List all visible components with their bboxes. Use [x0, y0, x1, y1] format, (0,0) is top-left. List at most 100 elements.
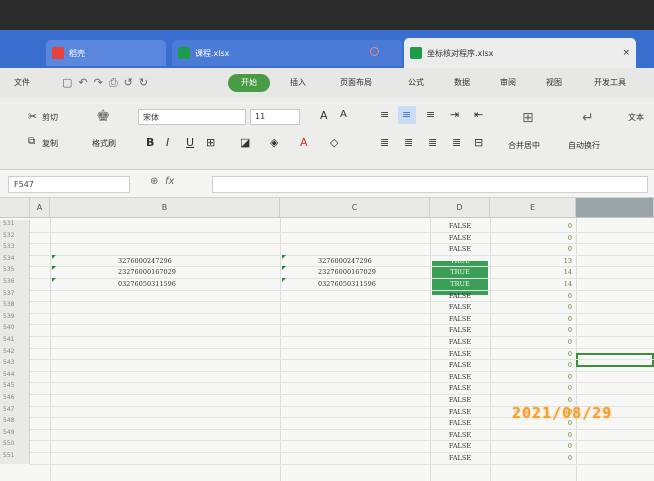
- justify-icon[interactable]: ≣: [452, 136, 461, 149]
- cell-d[interactable]: TRUE: [431, 280, 489, 288]
- indent-icon[interactable]: ⇥: [450, 108, 459, 121]
- italic-icon[interactable]: I: [166, 136, 169, 149]
- menu-review[interactable]: 审阅: [500, 77, 516, 88]
- bold-icon[interactable]: B: [146, 136, 154, 149]
- cell-c[interactable]: 3276000247296: [318, 257, 372, 265]
- error-indicator-icon[interactable]: [52, 278, 56, 282]
- tab-coordinate-check[interactable]: 坐标核对程序.xlsx ×: [404, 38, 636, 68]
- cell-d[interactable]: FALSE: [431, 431, 489, 439]
- scissors-icon[interactable]: ✂: [28, 110, 37, 123]
- column-header-f[interactable]: [576, 198, 654, 218]
- column-header-e[interactable]: E: [490, 198, 576, 218]
- cell-d[interactable]: FALSE: [431, 234, 489, 242]
- row-header[interactable]: 551: [0, 452, 30, 464]
- cell-e[interactable]: 0: [536, 454, 572, 462]
- align-middle-icon[interactable]: ≡: [402, 108, 411, 121]
- font-size-select[interactable]: 11: [250, 109, 300, 125]
- text-format-button[interactable]: 文本: [628, 112, 644, 123]
- align-right-icon[interactable]: ≣: [428, 136, 437, 149]
- cell-d[interactable]: FALSE: [431, 245, 489, 253]
- clear-format-icon[interactable]: ◇: [330, 136, 338, 149]
- menu-dev-tools[interactable]: 开发工具: [594, 77, 626, 88]
- font-name-select[interactable]: 宋体: [138, 109, 246, 125]
- cell-d[interactable]: FALSE: [431, 419, 489, 427]
- cell-d[interactable]: FALSE: [431, 384, 489, 392]
- error-indicator-icon[interactable]: [282, 278, 286, 282]
- row-header[interactable]: 542: [0, 347, 30, 360]
- cell-d[interactable]: TRUE: [431, 257, 489, 265]
- cell-e[interactable]: 0: [536, 431, 572, 439]
- cell-e[interactable]: 0: [536, 222, 572, 230]
- spreadsheet-grid[interactable]: A B C D E 531 FALSE 0 532 FALSE 0 533 FALSE 0 534…: [0, 198, 654, 481]
- cell-b[interactable]: 03276050311596: [118, 280, 176, 288]
- menu-start[interactable]: 开始: [228, 74, 270, 92]
- cell-e[interactable]: 0: [536, 292, 572, 300]
- copy-button[interactable]: 复制: [42, 138, 58, 149]
- row-header[interactable]: 541: [0, 336, 30, 348]
- cell-e[interactable]: 0: [536, 338, 572, 346]
- tab-course-file[interactable]: 课程.xlsx: [172, 40, 402, 66]
- font-shrink-icon[interactable]: A: [340, 109, 347, 120]
- cell-d[interactable]: TRUE: [431, 268, 489, 276]
- row-header[interactable]: 544: [0, 370, 30, 383]
- cell-d[interactable]: FALSE: [431, 303, 489, 311]
- fill-bucket-icon[interactable]: ◈: [270, 136, 278, 149]
- error-indicator-icon[interactable]: [52, 254, 56, 259]
- error-indicator-icon[interactable]: [282, 266, 286, 271]
- row-header[interactable]: 546: [0, 394, 30, 406]
- cell-d[interactable]: FALSE: [431, 442, 489, 450]
- name-box[interactable]: F547: [8, 176, 130, 193]
- row-header[interactable]: 533: [0, 243, 30, 255]
- cell-b[interactable]: 23276000167029: [118, 268, 176, 276]
- cell-d[interactable]: FALSE: [431, 315, 489, 323]
- cell-e[interactable]: 0: [536, 442, 572, 450]
- row-header[interactable]: 539: [0, 312, 30, 325]
- merge-cells-icon[interactable]: ⊞: [522, 110, 534, 126]
- underline-icon[interactable]: U: [186, 136, 194, 149]
- column-header-c[interactable]: C: [280, 198, 430, 218]
- align-left-icon[interactable]: ≣: [380, 136, 389, 149]
- record-icon[interactable]: [370, 47, 379, 56]
- formula-input[interactable]: [212, 176, 648, 193]
- cell-e[interactable]: 13: [536, 257, 572, 265]
- copy-icon[interactable]: ⧉: [28, 136, 35, 147]
- column-header-a[interactable]: A: [30, 198, 50, 218]
- row-header[interactable]: 532: [0, 231, 30, 244]
- quick-access-icons[interactable]: ▢↶↷⎙↺↻: [62, 76, 154, 90]
- border-icon[interactable]: ⊞: [206, 136, 215, 149]
- cell-e[interactable]: 14: [536, 268, 572, 276]
- menu-data[interactable]: 数据: [454, 77, 470, 88]
- cell-e[interactable]: 0: [536, 315, 572, 323]
- error-indicator-icon[interactable]: [282, 254, 286, 259]
- cell-c[interactable]: 23276000167029: [318, 268, 376, 276]
- cell-e[interactable]: 0: [536, 361, 572, 369]
- cell-d[interactable]: FALSE: [431, 373, 489, 381]
- cell-e[interactable]: 0: [536, 350, 572, 358]
- column-header-b[interactable]: B: [50, 198, 280, 218]
- wrap-text-icon[interactable]: ↵: [582, 110, 594, 126]
- cell-d[interactable]: FALSE: [431, 292, 489, 300]
- tab-daoke[interactable]: 稻壳: [46, 40, 166, 66]
- cell-e[interactable]: 0: [536, 384, 572, 392]
- row-header[interactable]: 540: [0, 324, 30, 336]
- merge-center-button[interactable]: 合并居中: [508, 140, 540, 151]
- format-painter-icon[interactable]: ♚: [96, 106, 110, 125]
- menu-formula[interactable]: 公式: [408, 77, 424, 88]
- cell-c[interactable]: 03276050311596: [318, 280, 376, 288]
- close-tab-button[interactable]: ×: [622, 48, 630, 58]
- cell-e[interactable]: 0: [536, 396, 572, 404]
- cut-button[interactable]: 剪切: [42, 112, 58, 123]
- cell-d[interactable]: FALSE: [431, 408, 489, 416]
- cell-d[interactable]: FALSE: [431, 338, 489, 346]
- row-header[interactable]: 550: [0, 440, 30, 452]
- row-header[interactable]: 538: [0, 301, 30, 313]
- row-header[interactable]: 545: [0, 382, 30, 394]
- corner-select-all[interactable]: [0, 198, 30, 218]
- cell-d[interactable]: FALSE: [431, 222, 489, 230]
- wrap-text-button[interactable]: 自动换行: [568, 140, 600, 151]
- menu-file[interactable]: 文件: [14, 77, 30, 88]
- cell-e[interactable]: 0: [536, 303, 572, 311]
- align-top-icon[interactable]: ≡: [380, 108, 389, 121]
- outdent-icon[interactable]: ⇤: [474, 108, 483, 121]
- row-header[interactable]: 531: [0, 220, 30, 232]
